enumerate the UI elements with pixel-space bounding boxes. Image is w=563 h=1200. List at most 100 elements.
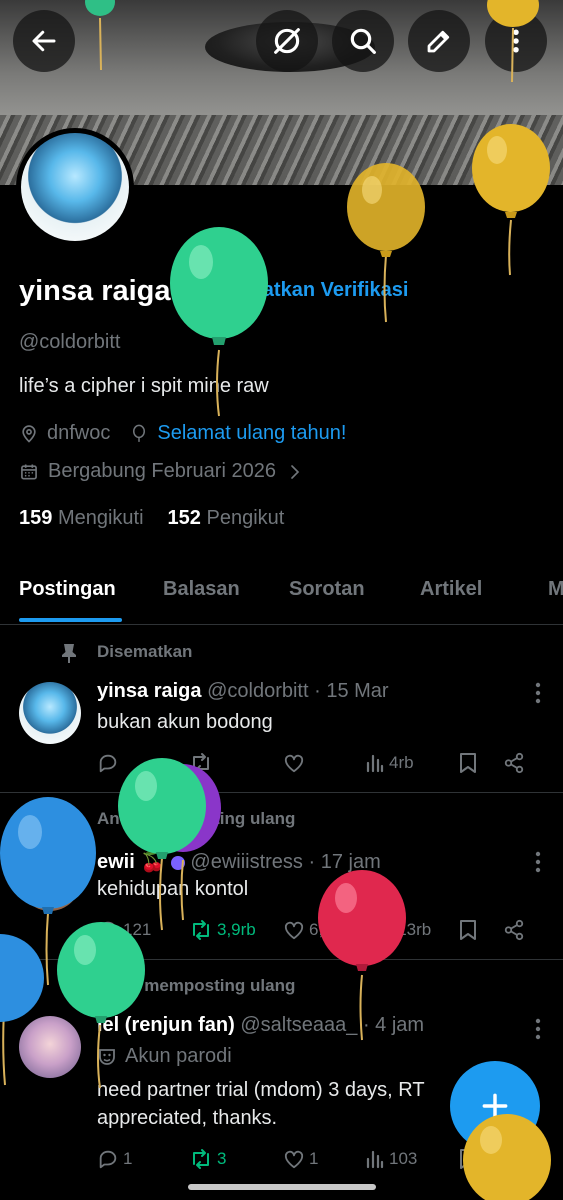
back-button[interactable] [13, 10, 75, 72]
profile-tabs: Postingan Balasan Sorotan Artikel M [0, 566, 563, 625]
share-button[interactable] [503, 752, 525, 774]
share-button[interactable] [503, 919, 525, 941]
reply-button[interactable] [97, 752, 189, 774]
post-time: · 4 jam [362, 1014, 425, 1036]
post-avatar[interactable] [19, 849, 81, 911]
bookmark-icon [460, 753, 476, 773]
like-count: 1 [309, 1149, 319, 1168]
post-text: need partner trial (mdom) 3 days, RT app… [97, 1079, 425, 1129]
bookmark-button[interactable] [459, 1148, 503, 1170]
emoji-icon [170, 855, 185, 870]
post-header: ewii 🍒 @ewiiistress · 17 jam [97, 849, 381, 874]
birthday-link[interactable]: Selamat ulang tahun! [157, 422, 346, 445]
reply-button[interactable]: 121 [97, 919, 189, 941]
post-author-name[interactable]: yinsa raiga [97, 680, 202, 702]
pin-icon [62, 644, 76, 663]
avatar-image [21, 133, 129, 241]
repost-button[interactable]: 3 [189, 1148, 283, 1170]
theater-mask-icon [99, 1048, 115, 1065]
post-context-label: Disematkan [97, 642, 193, 661]
tab-posts[interactable]: Postingan [19, 578, 116, 601]
views-button[interactable]: 4rb [365, 753, 459, 773]
joined-row[interactable]: Bergabung Februari 2026 [19, 460, 302, 483]
post-more-icon[interactable] [535, 851, 541, 873]
share-icon [504, 752, 524, 774]
calendar-icon [21, 464, 37, 479]
tab-replies[interactable]: Balasan [163, 578, 240, 601]
like-icon [284, 754, 304, 773]
share-icon [504, 919, 524, 941]
post-author-name[interactable]: iel (renjun fan) [97, 1014, 235, 1036]
followers-label: Pengikut [206, 507, 285, 529]
views-button[interactable]: 113rb [365, 920, 459, 940]
grok-icon [274, 28, 300, 54]
views-button[interactable]: 103 [365, 1149, 459, 1169]
bookmark-button[interactable] [459, 752, 503, 774]
repost-button[interactable] [189, 752, 283, 774]
tab-articles[interactable]: Artikel [420, 578, 482, 601]
cherry-emoji-icon: 🍒 [140, 851, 166, 873]
following-count: 159 [19, 507, 53, 529]
home-indicator[interactable] [188, 1184, 376, 1190]
reply-button[interactable]: 1 [97, 1148, 189, 1170]
post-time: · 17 jam [308, 851, 381, 873]
plus-icon [482, 1093, 508, 1119]
profile-avatar[interactable] [16, 128, 134, 246]
more-button[interactable] [485, 10, 547, 72]
more-vertical-icon [513, 29, 519, 53]
post-actions: 4rb [97, 752, 537, 774]
tab-highlights[interactable]: Sorotan [289, 578, 365, 601]
profile-handle: @coldorbitt [19, 331, 121, 353]
bookmark-button[interactable] [459, 919, 503, 941]
post-text: kehidupan kontol [97, 878, 249, 900]
post-more-icon[interactable] [535, 682, 541, 704]
active-tab-indicator [19, 618, 122, 622]
follow-stats: 159 Mengikuti 152 Pengikut [19, 507, 284, 530]
post-author-name[interactable]: ewii [97, 851, 135, 873]
repost-context-icon [62, 978, 78, 998]
repost-button[interactable]: 3,9rb [189, 919, 283, 941]
views-count: 103 [389, 1149, 418, 1168]
repost-icon [193, 920, 209, 940]
like-button[interactable] [283, 753, 365, 773]
like-count: 6,6rb [309, 920, 348, 939]
post-header: yinsa raiga @coldorbitt · 15 Mar [97, 680, 389, 703]
views-count: 4rb [389, 753, 414, 772]
views-icon [366, 921, 384, 940]
views-icon [366, 754, 384, 773]
like-icon [284, 1150, 304, 1169]
share-button[interactable] [503, 1148, 525, 1170]
post-actions: 1 3 1 103 [97, 1148, 537, 1170]
post-time: · 15 Mar [314, 680, 389, 702]
tab-media[interactable]: M [548, 578, 563, 601]
get-verified-link[interactable]: Dapatkan Verifikasi [191, 278, 408, 302]
chevron-right-icon [291, 464, 300, 479]
reply-icon [99, 754, 117, 773]
bookmark-icon [460, 1149, 476, 1169]
post-pinned[interactable]: Disematkan yinsa raiga @coldorbitt · 15 … [0, 626, 563, 793]
grok-button[interactable] [256, 10, 318, 72]
followers-count: 152 [167, 507, 201, 529]
post-avatar[interactable] [19, 682, 81, 744]
edit-button[interactable] [408, 10, 470, 72]
compose-post-button[interactable] [450, 1061, 540, 1151]
like-button[interactable]: 6,6rb [283, 920, 365, 940]
post-avatar[interactable] [19, 1016, 81, 1078]
post-repost-ewii[interactable]: Anda memposting ulang ewii 🍒 @ewiiistres… [0, 793, 563, 960]
repost-context-icon [62, 811, 78, 831]
like-button[interactable]: 1 [283, 1149, 365, 1169]
share-icon [504, 1148, 524, 1170]
following-stat[interactable]: 159 Mengikuti [19, 507, 144, 530]
location-icon [22, 424, 36, 443]
profile-bio: life’s a cipher i spit mine raw [19, 375, 269, 397]
post-author-handle: @ewiiistress [190, 851, 303, 873]
followers-stat[interactable]: 152 Pengikut [168, 507, 285, 530]
post-author-handle: @saltseaaa_ [240, 1014, 358, 1036]
profile-meta-row: dnfwoc Selamat ulang tahun! [19, 422, 346, 445]
post-more-icon[interactable] [535, 1018, 541, 1040]
post-context-label: Anda memposting ulang [97, 809, 296, 828]
profile-location: dnfwoc [47, 422, 111, 444]
search-button[interactable] [332, 10, 394, 72]
like-icon [284, 921, 304, 940]
post-actions: 121 3,9rb 6,6rb 113rb [97, 919, 537, 941]
